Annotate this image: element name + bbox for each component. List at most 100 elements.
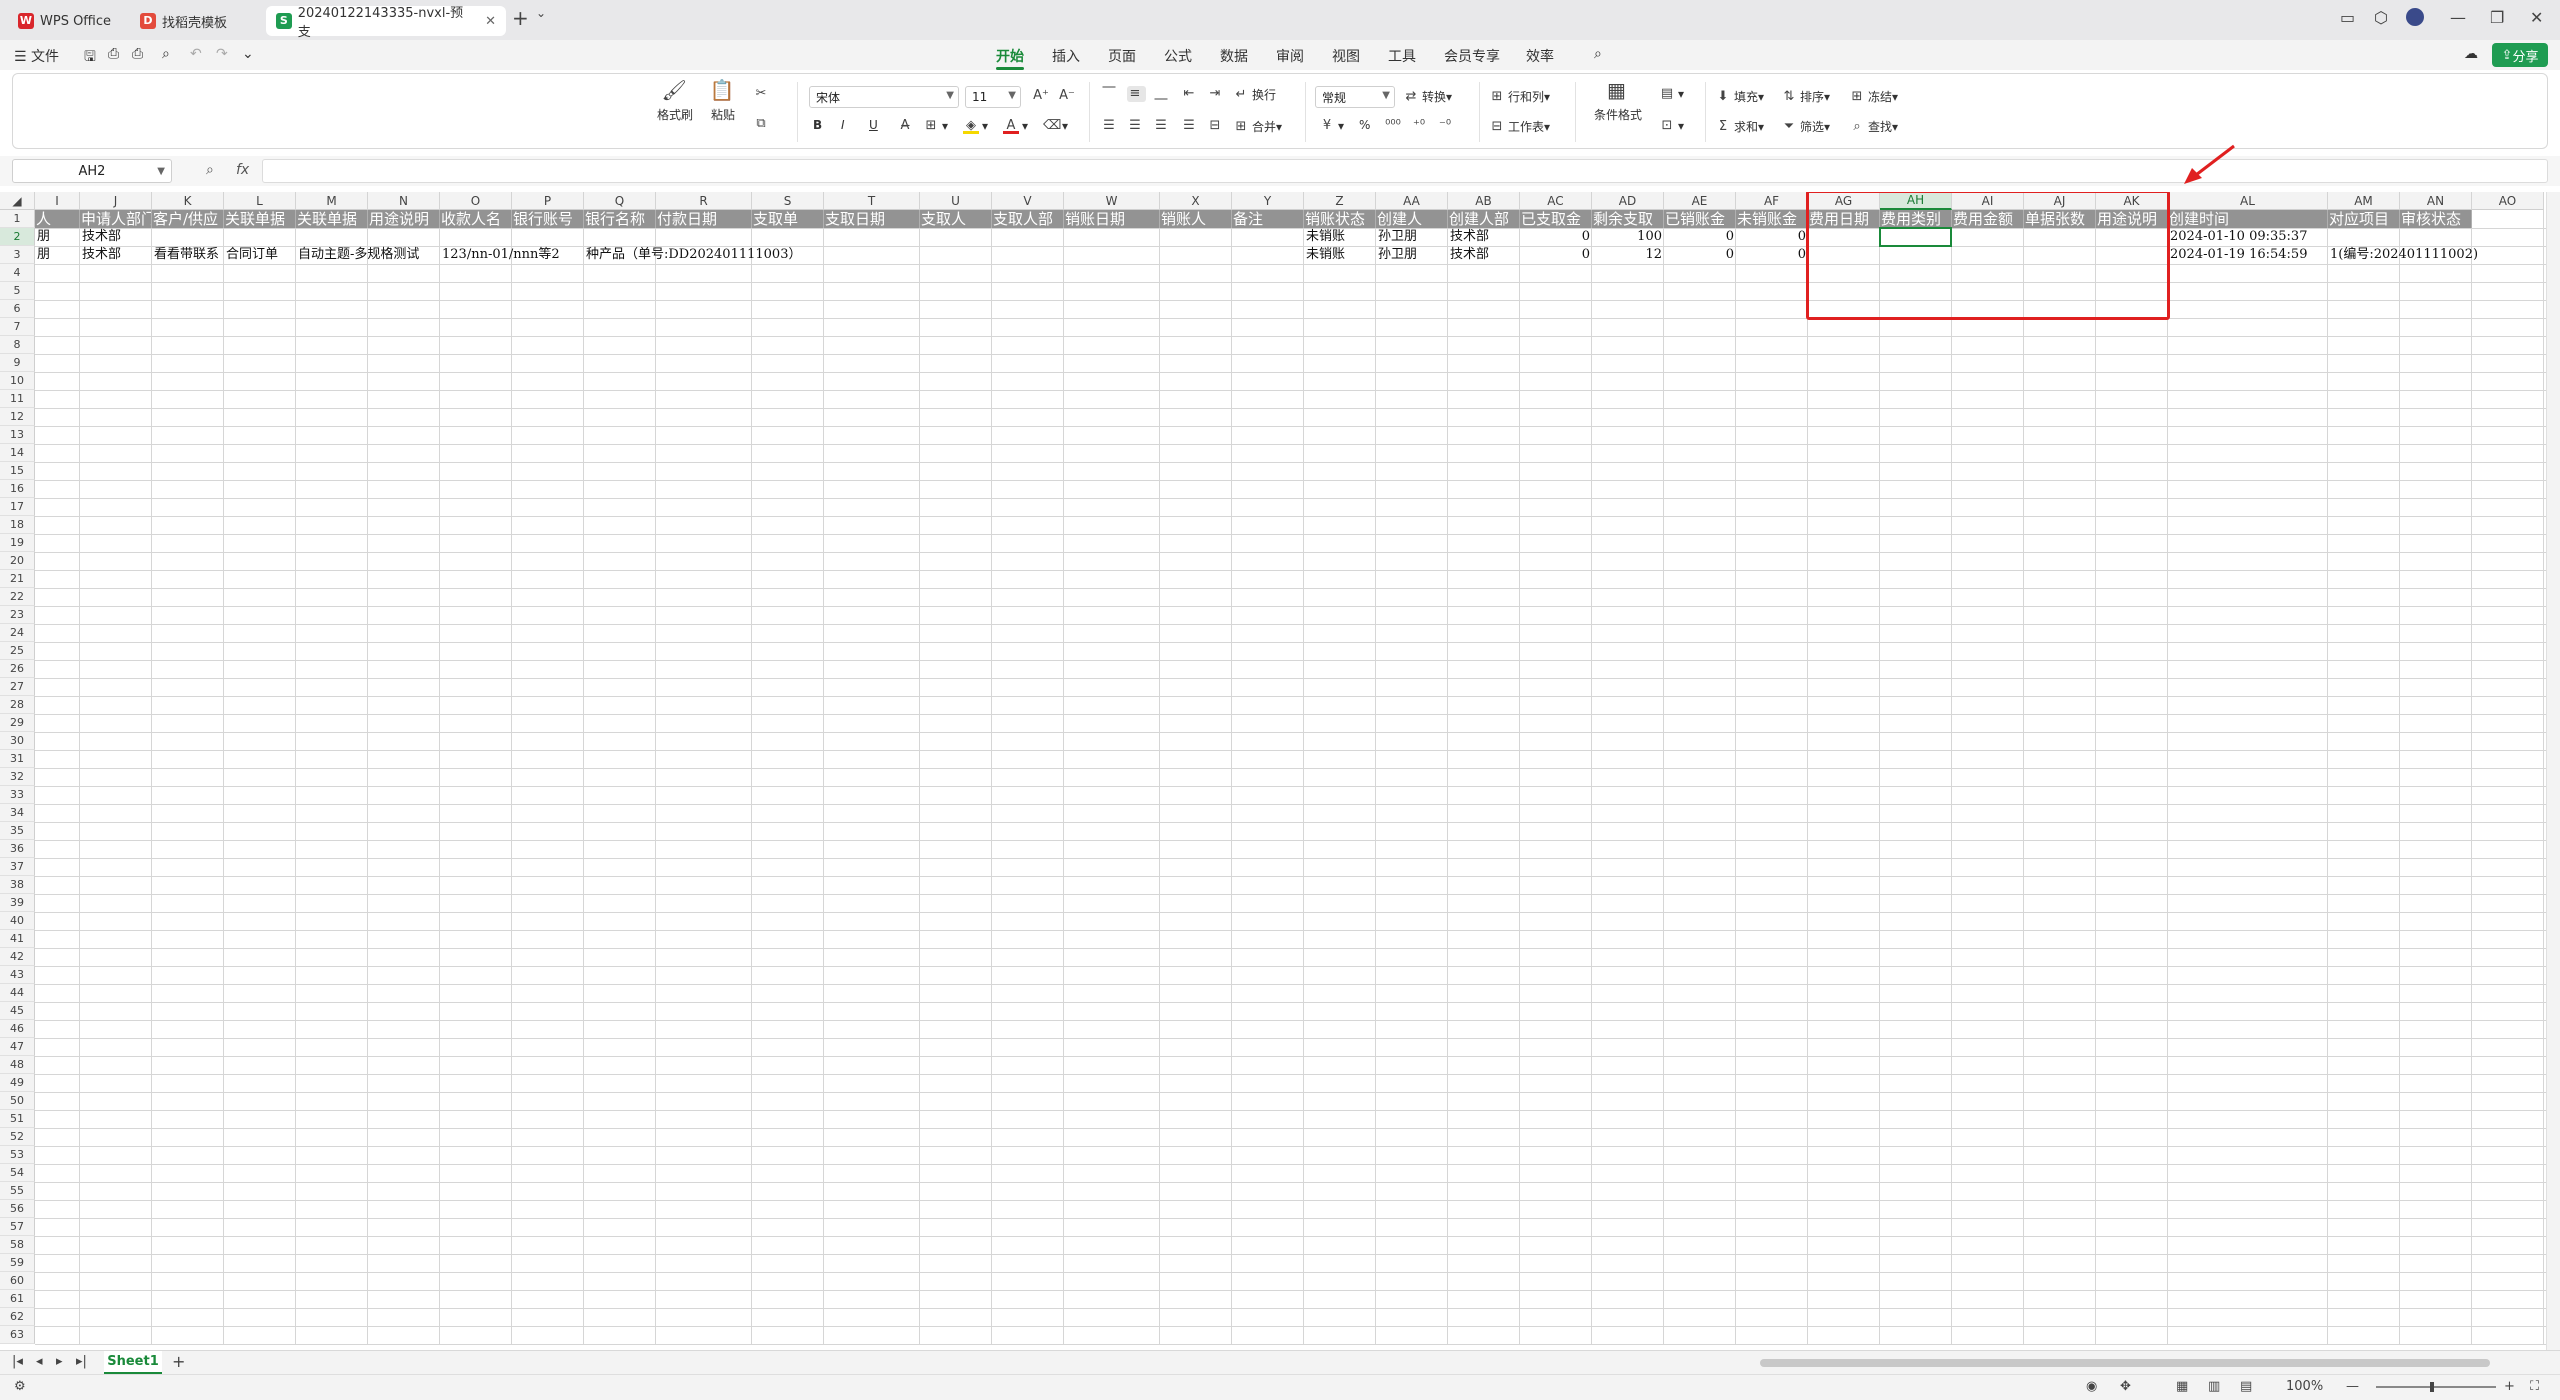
sort-button[interactable]: ⇅ 排序 ▾ — [1781, 88, 1831, 105]
file-menu[interactable]: ☰ 文件 — [14, 46, 59, 66]
row-header-25[interactable]: 25 — [0, 642, 35, 660]
cell-al3[interactable]: 2024-01-19 16:54:59 — [2168, 246, 2328, 264]
menu-tab-home[interactable]: 开始 — [996, 46, 1024, 66]
row-header-37[interactable]: 37 — [0, 858, 35, 876]
header-cell-ad[interactable]: 剩余支取 — [1592, 210, 1664, 228]
border-button[interactable]: ⊞ ▾ — [923, 118, 948, 134]
row-header-17[interactable]: 17 — [0, 498, 35, 516]
column-header-k[interactable]: K — [152, 192, 224, 210]
row-header-51[interactable]: 51 — [0, 1110, 35, 1128]
cell-ac3[interactable]: 0 — [1520, 246, 1592, 264]
vertical-scrollbar[interactable] — [2546, 192, 2560, 1350]
header-cell-q[interactable]: 银行名称 — [584, 210, 656, 228]
horizontal-scrollbar[interactable] — [1760, 1359, 2490, 1367]
page-break-icon[interactable]: ▤ — [2240, 1379, 2252, 1394]
convert-button[interactable]: ⇄ 转换 ▾ — [1403, 88, 1453, 105]
header-cell-al[interactable]: 创建时间 — [2168, 210, 2328, 228]
column-header-w[interactable]: W — [1064, 192, 1160, 210]
header-cell-aa[interactable]: 创建人 — [1376, 210, 1448, 228]
column-header-ad[interactable]: AD — [1592, 192, 1664, 210]
zoom-in-button[interactable]: + — [2504, 1379, 2515, 1394]
tab-list-icon[interactable]: ⌄ — [536, 6, 546, 20]
column-header-l[interactable]: L — [224, 192, 296, 210]
column-header-an[interactable]: AN — [2400, 192, 2472, 210]
row-header-33[interactable]: 33 — [0, 786, 35, 804]
paste-button[interactable]: 📋 粘贴 — [703, 80, 743, 123]
row-header-22[interactable]: 22 — [0, 588, 35, 606]
header-cell-ac[interactable]: 已支取金 — [1520, 210, 1592, 228]
print-icon[interactable]: ⎙ — [132, 46, 143, 62]
row-header-54[interactable]: 54 — [0, 1164, 35, 1182]
filter-button[interactable]: ⏷ 筛选 ▾ — [1781, 118, 1830, 135]
minimize-button[interactable]: — — [2450, 8, 2466, 27]
tab-spreadsheet[interactable]: S 20240122143335-nvxl-预支 ✕ — [266, 6, 506, 40]
font-size-select[interactable]: 11 ▼ — [965, 86, 1021, 108]
header-cell-w[interactable]: 销账日期 — [1064, 210, 1160, 228]
row-header-18[interactable]: 18 — [0, 516, 35, 534]
row-header-47[interactable]: 47 — [0, 1038, 35, 1056]
row-header-53[interactable]: 53 — [0, 1146, 35, 1164]
cell-z3[interactable]: 未销账 — [1304, 246, 1376, 264]
header-cell-m[interactable]: 关联单据 — [296, 210, 368, 228]
header-cell-an[interactable]: 审核状态 — [2400, 210, 2472, 228]
row-header-61[interactable]: 61 — [0, 1290, 35, 1308]
bold-button[interactable]: B — [813, 118, 822, 132]
conditional-format-button[interactable]: ▦ 条件格式 — [1587, 80, 1649, 123]
cut-button[interactable]: ✂ — [753, 86, 772, 102]
decrease-decimal-button[interactable]: ⁻⁰ — [1437, 118, 1456, 134]
header-cell-n[interactable]: 用途说明 — [368, 210, 440, 228]
row-header-35[interactable]: 35 — [0, 822, 35, 840]
align-right-button[interactable]: ☰ — [1153, 118, 1172, 134]
cell-i3[interactable]: 朋 — [35, 246, 80, 264]
row-header-42[interactable]: 42 — [0, 948, 35, 966]
column-header-ao[interactable]: AO — [2472, 192, 2544, 210]
menu-tab-formula[interactable]: 公式 — [1164, 46, 1192, 66]
cell-z2[interactable]: 未销账 — [1304, 228, 1376, 246]
row-header-26[interactable]: 26 — [0, 660, 35, 678]
cell-aa3[interactable]: 孙卫朋 — [1376, 246, 1448, 264]
row-header-45[interactable]: 45 — [0, 1002, 35, 1020]
row-header-10[interactable]: 10 — [0, 372, 35, 390]
underline-button[interactable]: U — [869, 118, 878, 132]
cell-q3[interactable]: 种产品（单号:DD202401111003） — [584, 246, 992, 264]
cell-aa2[interactable]: 孙卫朋 — [1376, 228, 1448, 246]
format-painter-button[interactable]: 🖌 格式刷 — [655, 80, 695, 123]
row-header-44[interactable]: 44 — [0, 984, 35, 1002]
row-header-3[interactable]: 3 — [0, 246, 35, 264]
row-header-57[interactable]: 57 — [0, 1218, 35, 1236]
row-header-52[interactable]: 52 — [0, 1128, 35, 1146]
font-name-select[interactable]: 宋体 ▼ — [809, 86, 959, 108]
cloud-icon[interactable]: ☁ — [2464, 46, 2478, 62]
align-bottom-button[interactable]: ⎽ — [1153, 86, 1172, 102]
cell-al2[interactable]: 2024-01-10 09:35:37 — [2168, 228, 2544, 246]
percent-button[interactable]: % — [1359, 118, 1370, 132]
cell-ae3[interactable]: 0 — [1664, 246, 1736, 264]
cell-j3[interactable]: 技术部 — [80, 246, 152, 264]
fill-button[interactable]: ⬇ 填充 ▾ — [1715, 88, 1765, 105]
row-header-6[interactable]: 6 — [0, 300, 35, 318]
distribute-button[interactable]: ⊟ — [1207, 118, 1226, 134]
font-color-button[interactable]: A ▾ — [1003, 118, 1028, 134]
close-button[interactable]: ✕ — [2530, 8, 2543, 27]
row-header-5[interactable]: 5 — [0, 282, 35, 300]
header-cell-k[interactable]: 客户/供应 — [152, 210, 224, 228]
page-layout-icon[interactable]: ▥ — [2208, 1379, 2220, 1394]
column-header-p[interactable]: P — [512, 192, 584, 210]
header-cell-j[interactable]: 申请人部门 — [80, 210, 152, 228]
sum-button[interactable]: Σ 求和 ▾ — [1715, 118, 1764, 135]
row-header-4[interactable]: 4 — [0, 264, 35, 282]
column-header-x[interactable]: X — [1160, 192, 1232, 210]
avatar[interactable] — [2406, 8, 2424, 26]
header-cell-ae[interactable]: 已销账金 — [1664, 210, 1736, 228]
freeze-border-button[interactable]: ⊡ ▾ — [1659, 118, 1684, 134]
fx-icon[interactable]: fx — [236, 162, 249, 178]
cell-am3[interactable]: 1(编号:202401111002) — [2328, 246, 2544, 264]
header-cell-l[interactable]: 关联单据 — [224, 210, 296, 228]
row-col-button[interactable]: ⊞ 行和列 ▾ — [1489, 88, 1551, 105]
cell-ab3[interactable]: 技术部 — [1448, 246, 1520, 264]
prev-sheet-icon[interactable]: ◂ — [36, 1354, 43, 1369]
cell-ad2[interactable]: 100 — [1592, 228, 1664, 246]
menu-tab-efficiency[interactable]: 效率 — [1526, 46, 1554, 66]
row-header-24[interactable]: 24 — [0, 624, 35, 642]
name-box[interactable]: AH2 ▼ — [12, 159, 172, 183]
